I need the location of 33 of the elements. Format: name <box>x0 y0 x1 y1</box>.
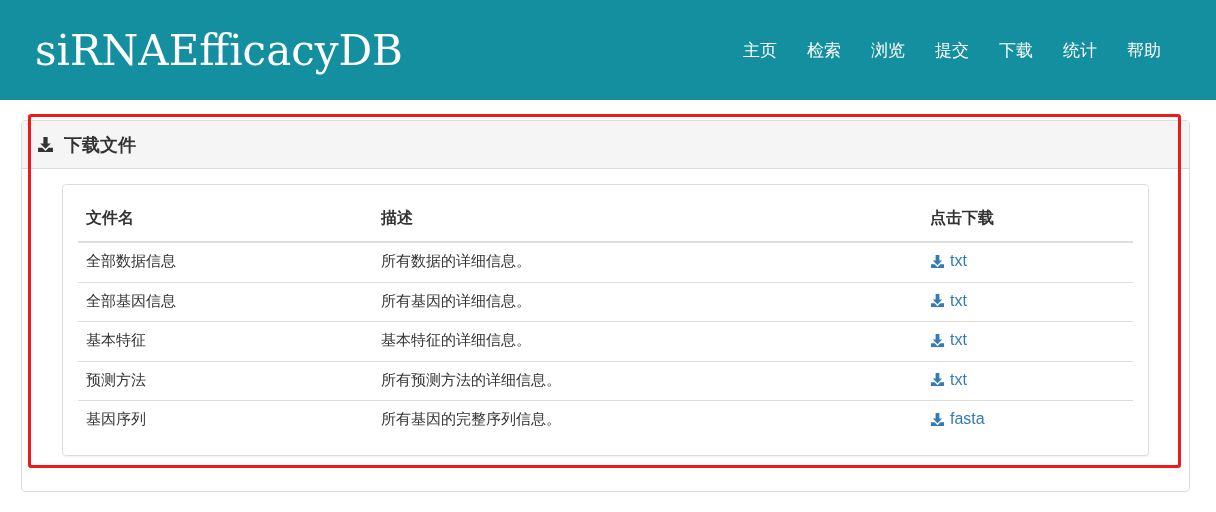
column-header: 文件名 <box>78 200 373 242</box>
table-cell: 全部数据信息 <box>78 242 373 282</box>
nav-link[interactable]: 检索 <box>792 38 856 62</box>
table-cell: 所有预测方法的详细信息。 <box>373 361 922 401</box>
nav-link[interactable]: 下载 <box>984 38 1048 62</box>
nav-link[interactable]: 提交 <box>920 38 984 62</box>
table-cell: 全部基因信息 <box>78 282 373 322</box>
nav-link[interactable]: 帮助 <box>1112 38 1176 62</box>
download-icon <box>930 293 945 308</box>
download-link[interactable]: txt <box>930 291 967 310</box>
table-cell: 所有数据的详细信息。 <box>373 242 922 282</box>
table-cell: 基本特征 <box>78 321 373 361</box>
table-cell: 基因序列 <box>78 400 373 440</box>
download-link[interactable]: txt <box>930 370 967 389</box>
table-cell: 所有基因的完整序列信息。 <box>373 400 922 440</box>
download-icon <box>930 372 945 387</box>
nav-link[interactable]: 主页 <box>728 38 792 62</box>
column-header: 点击下载 <box>922 200 1133 242</box>
download-icon <box>37 136 54 153</box>
download-icon <box>930 411 945 427</box>
panel-title: 下载文件 <box>64 133 136 157</box>
download-link[interactable]: txt <box>930 252 967 270</box>
table-cell: 所有基因的详细信息。 <box>373 282 922 322</box>
download-icon <box>930 332 945 348</box>
download-link[interactable]: txt <box>930 331 967 349</box>
nav-link[interactable]: 浏览 <box>856 38 920 62</box>
nav-link[interactable]: 统计 <box>1048 38 1112 62</box>
column-header: 描述 <box>373 200 922 242</box>
table-cell: 预测方法 <box>78 361 373 401</box>
table-cell: 基本特征的详细信息。 <box>373 321 922 361</box>
site-title[interactable]: siRNAEfficacyDB <box>35 25 403 75</box>
download-link[interactable]: fasta <box>930 410 985 428</box>
download-icon <box>930 253 945 269</box>
